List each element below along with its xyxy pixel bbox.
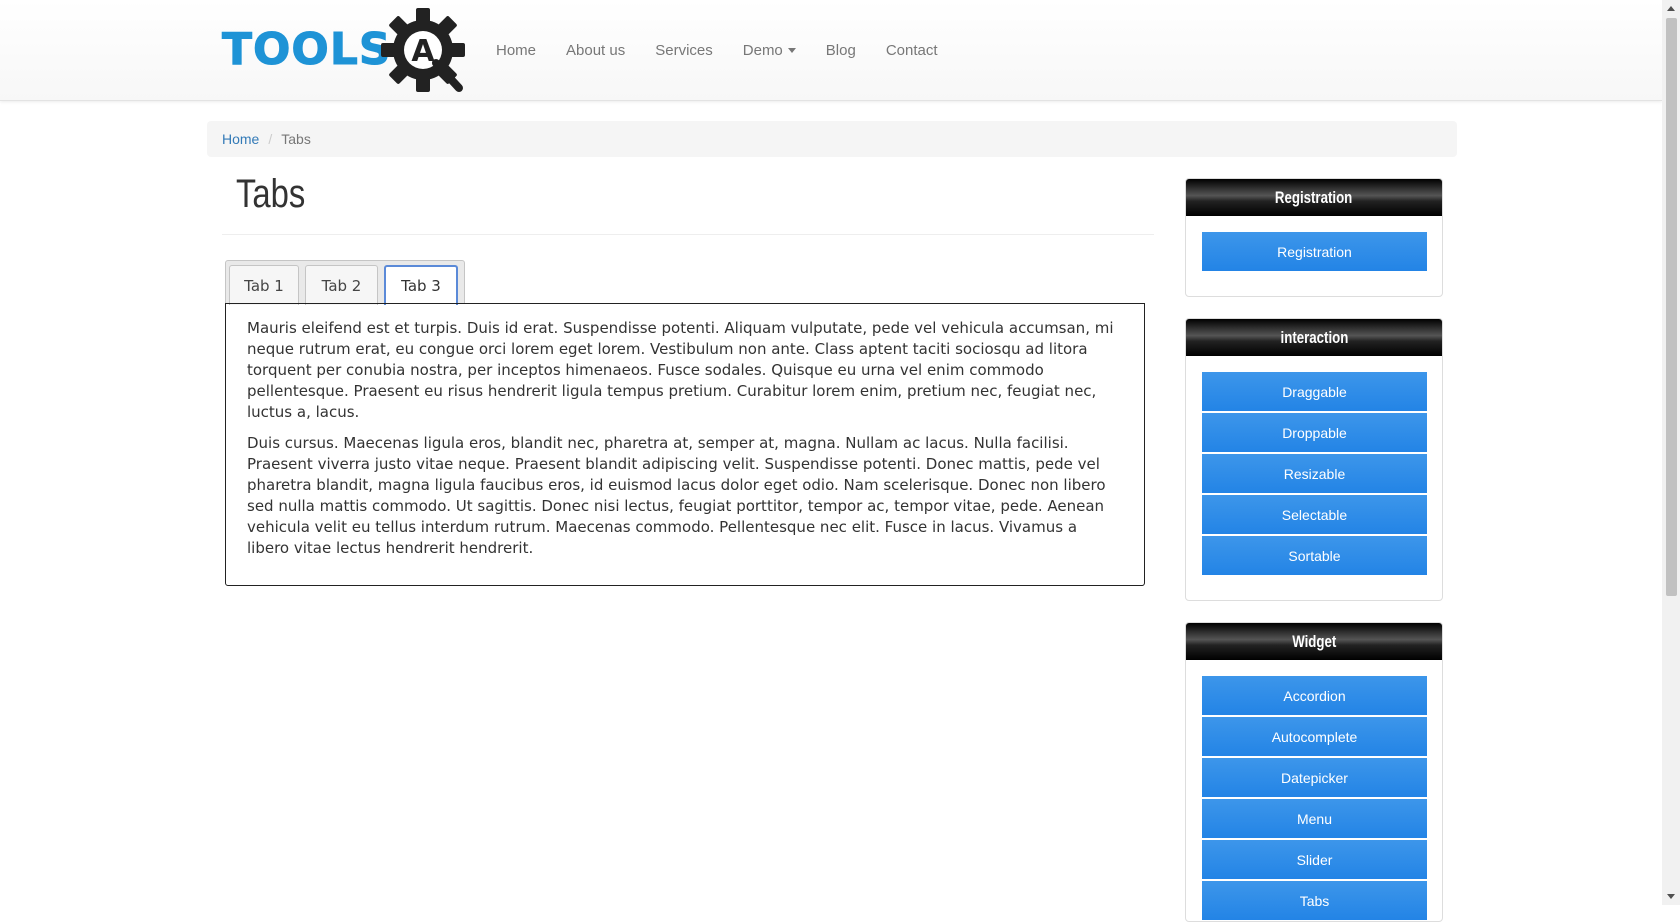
caret-down-icon	[787, 48, 796, 54]
page-scrollbar[interactable]	[1662, 0, 1680, 905]
slider-button[interactable]: Slider	[1202, 840, 1427, 879]
nav-about-us[interactable]: About us	[551, 42, 640, 59]
logo-text: TOOLS	[222, 24, 392, 76]
nav-home[interactable]: Home	[481, 42, 551, 59]
tabs-button[interactable]: Tabs	[1202, 881, 1427, 920]
panel-paragraph-1: Mauris eleifend est et turpis. Duis id e…	[247, 319, 1114, 421]
breadcrumb-current: Tabs	[281, 131, 311, 147]
title-divider	[222, 234, 1154, 235]
top-navbar: TOOLS A Home About us Services Demo Blog…	[0, 0, 1662, 101]
site-logo[interactable]: TOOLS A	[222, 6, 468, 94]
widget-title: Registration	[1186, 179, 1442, 216]
breadcrumb-separator: /	[268, 131, 273, 147]
tab-panel: Mauris eleifend est et turpis. Duis id e…	[225, 303, 1145, 586]
draggable-button[interactable]: Draggable	[1202, 372, 1427, 411]
breadcrumb: Home / Tabs	[207, 121, 1457, 157]
widget-title: Widget	[1186, 623, 1442, 660]
tab-2[interactable]: Tab 2	[305, 265, 378, 305]
menu-button[interactable]: Menu	[1202, 799, 1427, 838]
breadcrumb-home-link[interactable]: Home	[222, 131, 259, 147]
scrollbar-thumb[interactable]	[1666, 18, 1677, 596]
main-nav: Home About us Services Demo Blog Contact	[481, 0, 953, 100]
widget-title: interaction	[1186, 319, 1442, 356]
autocomplete-button[interactable]: Autocomplete	[1202, 717, 1427, 756]
page-title: Tabs	[236, 172, 306, 216]
panel-paragraph-2: Duis cursus. Maecenas ligula eros, bland…	[247, 434, 1106, 557]
datepicker-button[interactable]: Datepicker	[1202, 758, 1427, 797]
nav-demo-label: Demo	[742, 41, 783, 59]
droppable-button[interactable]: Droppable	[1202, 413, 1427, 452]
tabs-nav: Tab 1 Tab 2 Tab 3	[225, 260, 465, 305]
nav-blog[interactable]: Blog	[811, 42, 871, 59]
widget-widget: Widget Accordion Autocomplete Datepicker…	[1185, 622, 1443, 922]
tab-1[interactable]: Tab 1	[229, 265, 299, 305]
tab-3[interactable]: Tab 3	[384, 265, 458, 305]
gear-logo-icon: A	[381, 8, 465, 92]
scroll-down-arrow-icon[interactable]	[1667, 894, 1675, 899]
logo-badge-letter: A	[411, 34, 435, 69]
accordion-button[interactable]: Accordion	[1202, 676, 1427, 715]
interaction-widget: interaction Draggable Droppable Resizabl…	[1185, 318, 1443, 601]
registration-widget: Registration Registration	[1185, 178, 1443, 297]
nav-contact[interactable]: Contact	[871, 42, 953, 59]
selectable-button[interactable]: Selectable	[1202, 495, 1427, 534]
nav-services[interactable]: Services	[640, 42, 728, 59]
scroll-up-arrow-icon[interactable]	[1667, 6, 1675, 11]
registration-button[interactable]: Registration	[1202, 232, 1427, 271]
nav-demo-dropdown[interactable]: Demo	[728, 42, 811, 59]
sortable-button[interactable]: Sortable	[1202, 536, 1427, 575]
resizable-button[interactable]: Resizable	[1202, 454, 1427, 493]
